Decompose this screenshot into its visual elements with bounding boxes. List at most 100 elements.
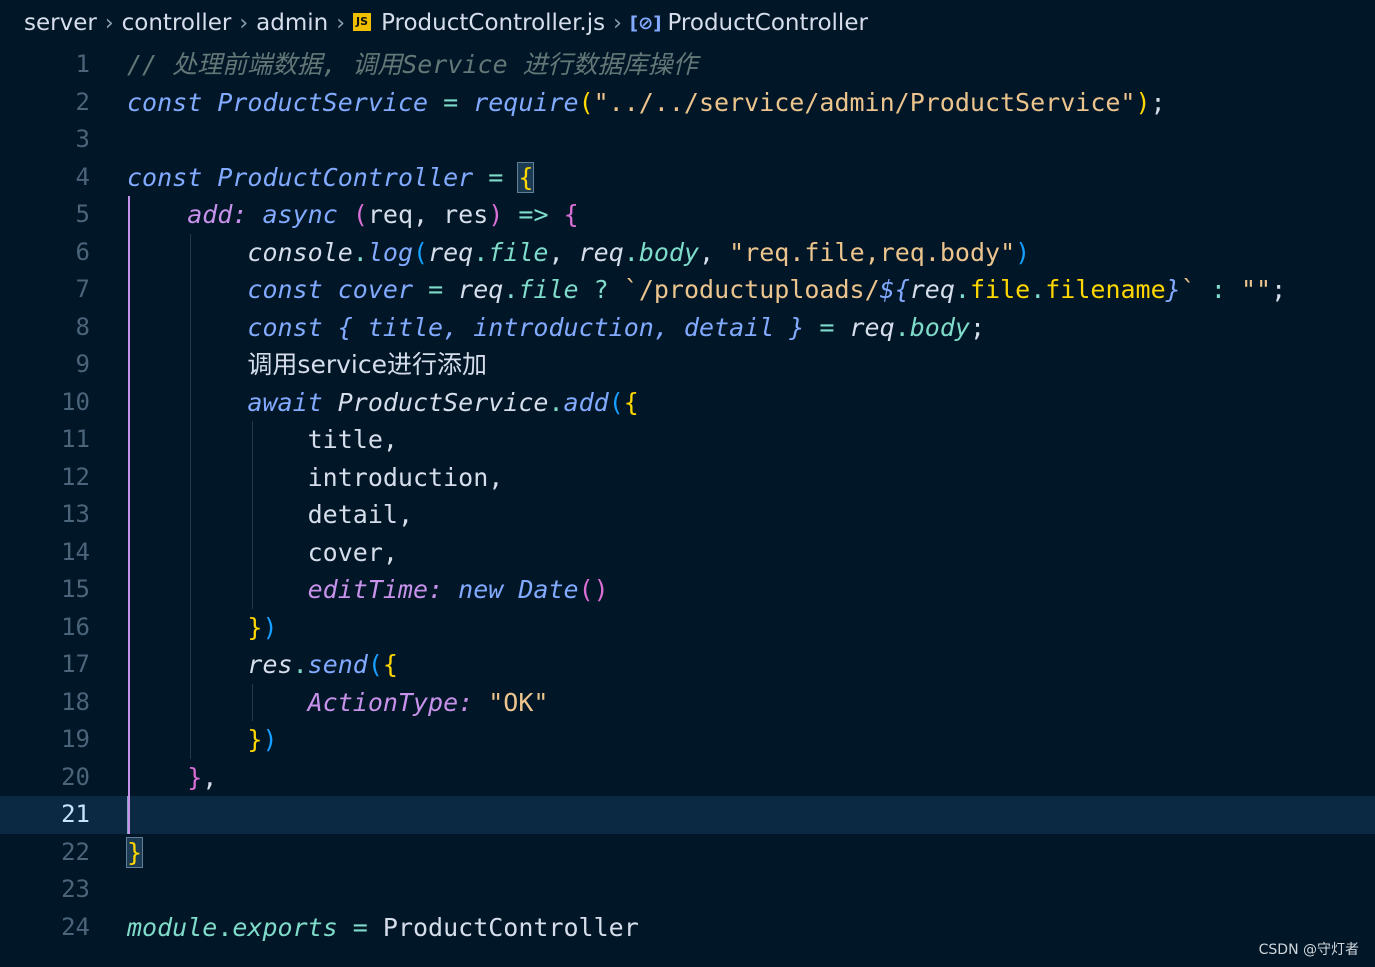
code-line[interactable]: 10 await ProductService.add({ [0,384,1375,422]
code-token: : [428,575,459,604]
code-text: add: async (req, res) => { [127,196,579,234]
code-line[interactable]: 15 editTime: new Date() [0,571,1375,609]
code-token: } [247,612,263,642]
chevron-right-icon: › [613,10,622,36]
code-token: ProductService [217,87,429,117]
code-token: = [804,312,850,342]
code-line[interactable]: 16 }) [0,609,1375,647]
code-line[interactable]: 19 }) [0,721,1375,759]
code-line[interactable]: 24 module.exports = ProductController [0,909,1375,947]
breadcrumb-item-file[interactable]: ProductController.js [381,10,605,36]
code-token: module [127,912,218,942]
line-number: 24 [61,912,90,941]
code-line[interactable]: 12 introduction, [0,459,1375,497]
code-text: cover, [127,534,398,572]
code-token: = [428,87,474,117]
breadcrumb-item-server[interactable]: server [24,10,97,36]
code-line[interactable]: 9 调用service进行添加 [0,346,1375,384]
code-token: "../../service/admin/ProductService" [593,87,1136,117]
breadcrumb-item-admin[interactable]: admin [256,10,328,36]
breadcrumb-item-symbol[interactable]: ProductController [667,10,867,36]
code-line[interactable]: 8 const { title, introduction, detail } … [0,309,1375,347]
code-line[interactable]: 17 res.send({ [0,646,1375,684]
code-text: editTime: new Date() [127,571,609,609]
code-token: } [1165,275,1181,304]
code-line[interactable]: 22} [0,834,1375,872]
chevron-right-icon: › [104,10,114,36]
code-line[interactable]: 20 }, [0,759,1375,797]
line-number: 9 [75,350,90,378]
code-line[interactable]: 6 console.log(req.file, req.body, "req.f… [0,234,1375,272]
code-token: ) [1015,237,1031,267]
code-token: . [503,275,519,304]
line-number: 2 [75,87,90,116]
code-token: await [247,387,323,417]
code-token: ) [262,612,278,642]
line-number: 16 [61,612,90,641]
line-number: 14 [61,537,90,566]
code-text: await ProductService.add({ [127,384,639,422]
code-token: . [292,650,308,679]
code-token: { [623,387,639,417]
code-line[interactable]: 3 [0,121,1375,159]
line-number: 22 [61,837,90,866]
code-line[interactable]: 23 [0,871,1375,909]
code-token: require [473,87,579,117]
code-text: console.log(req.file, req.body, "req.fil… [127,234,1030,272]
code-token: { [517,161,535,193]
line-number: 11 [61,425,90,453]
code-token: ( [413,237,429,267]
code-line[interactable]: 18 ActionType: "OK" [0,684,1375,722]
code-token: async [262,200,338,229]
breadcrumb-item-controller[interactable]: controller [122,10,232,36]
chevron-right-icon: › [239,10,249,36]
indent-guide [252,421,253,609]
line-number: 6 [75,237,90,266]
code-line[interactable]: 13 detail, [0,496,1375,534]
code-token: . [217,912,233,942]
line-number: 21 [61,800,90,828]
code-token: req [909,275,955,304]
code-line[interactable]: 14 cover, [0,534,1375,572]
code-token: : [1195,275,1241,304]
code-line[interactable]: 1 // 处理前端数据, 调用Service 进行数据库操作 [0,46,1375,84]
code-token: , [382,425,398,454]
code-token: , [202,762,218,792]
code-line[interactable]: 2 const ProductService = require("../../s… [0,84,1375,122]
code-token: // 处理前端数据, 调用Service 进行数据库操作 [127,50,698,79]
code-token: } [187,762,203,792]
code-token: . [473,237,489,267]
code-token: ) [262,725,278,754]
code-token: add [563,387,609,417]
code-text: module.exports = ProductController [127,909,639,947]
code-token: `/productuploads/ [623,275,880,304]
code-token: editTime [307,575,429,604]
code-line[interactable]: 4 const ProductController = { [0,159,1375,197]
code-token: { [563,200,579,229]
code-token: detail [307,500,398,529]
code-line[interactable]: 5 add: async (req, res) => { [0,196,1375,234]
code-token: } [247,725,263,754]
code-line[interactable]: 11 title, [0,421,1375,459]
indent-guide [252,683,253,721]
code-token: body [909,312,970,342]
code-line[interactable]: 21 [0,796,1375,834]
code-token: Date [518,575,579,604]
code-editor[interactable]: 1 // 处理前端数据, 调用Service 进行数据库操作 2 const Prod… [0,46,1375,967]
js-file-icon: JS [353,13,372,31]
symbol-variable-icon: [⊘] [629,12,662,34]
code-token: "" [1240,275,1272,304]
line-number: 4 [75,162,90,191]
code-line[interactable]: 7 const cover = req.file ? `/productuplo… [0,271,1375,309]
